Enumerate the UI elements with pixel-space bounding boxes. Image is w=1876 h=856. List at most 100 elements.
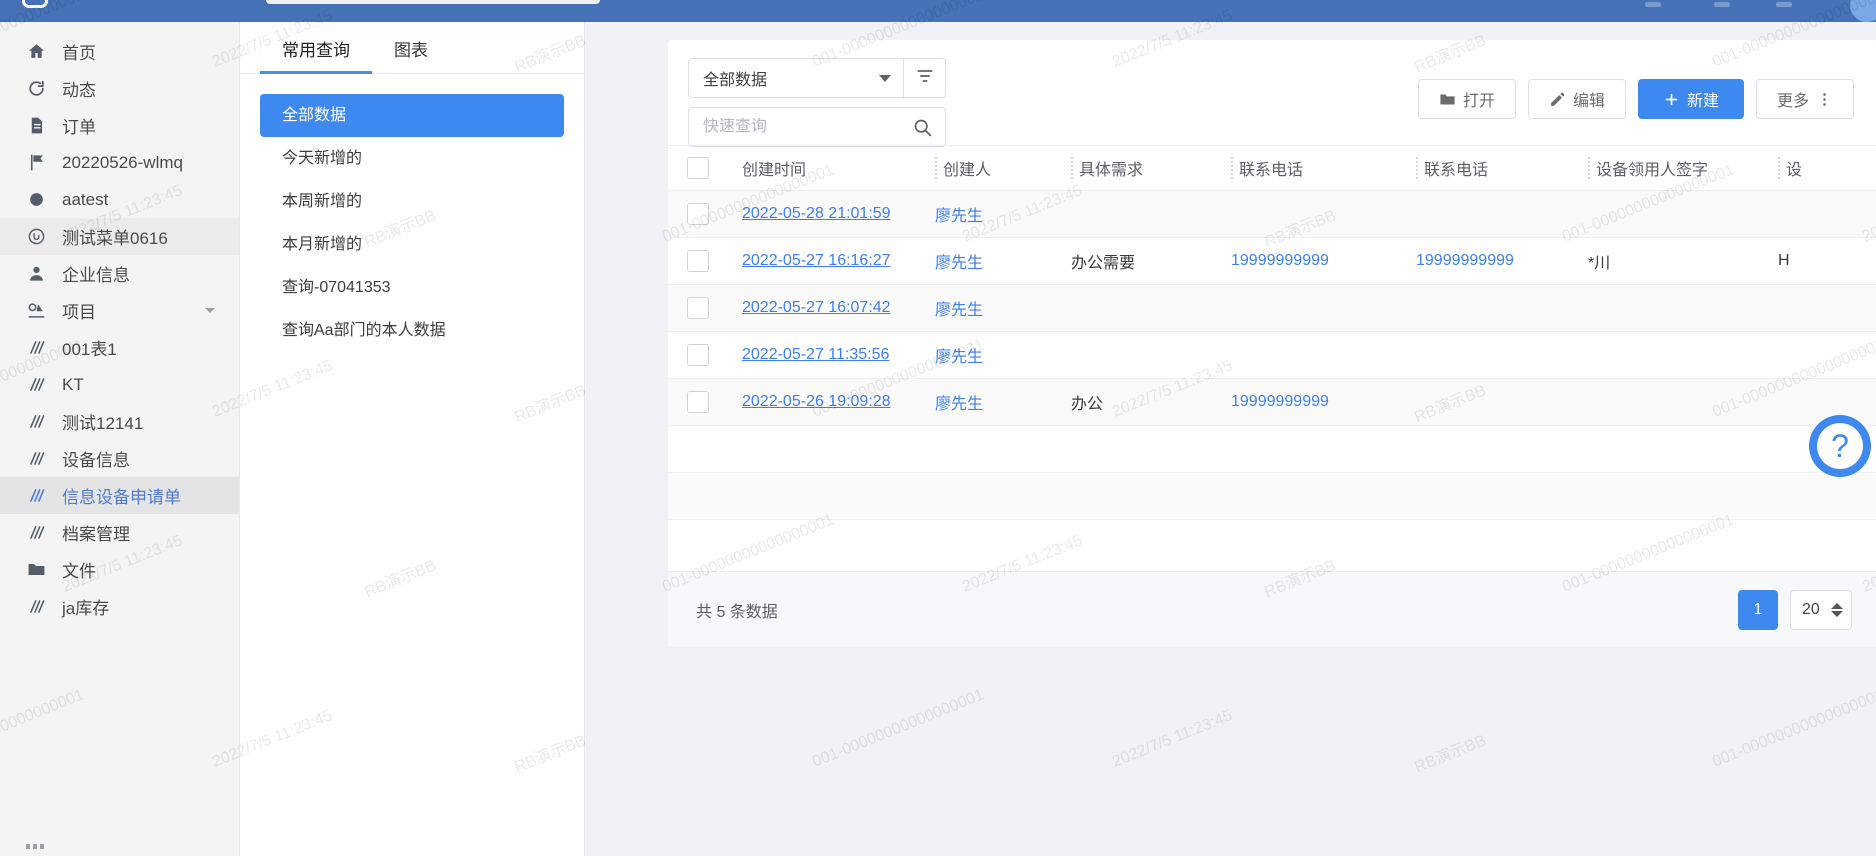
header-nav-item-2[interactable] (1714, 2, 1730, 7)
sidebar-item-activity[interactable]: 动态 (0, 70, 239, 107)
sidebar-item-test12141[interactable]: 测试12141 (0, 403, 239, 440)
table-row[interactable]: 2022-05-27 16:16:27 廖先生 办公需要 19999999999… (668, 238, 1876, 285)
sidebar-item-project[interactable]: 项目 (0, 292, 239, 329)
more-dots-icon[interactable] (26, 844, 44, 849)
home-icon (26, 42, 46, 62)
chevron-down-icon[interactable] (205, 308, 215, 313)
column-header-label: 创建人 (943, 162, 992, 179)
column-header-creator[interactable]: 创建人 (921, 156, 1057, 180)
row-checkbox[interactable] (687, 203, 709, 225)
column-divider[interactable] (1071, 157, 1073, 179)
table-empty-row (668, 426, 1876, 473)
column-header-receiver-signature[interactable]: 设备领用人签字 (1574, 156, 1764, 180)
sidebar-item-label: 信息设备申请单 (62, 488, 181, 507)
column-divider[interactable] (935, 157, 937, 179)
search-input[interactable] (703, 118, 912, 136)
column-header-label: 联系电话 (1424, 162, 1489, 179)
column-header-phone-1[interactable]: 联系电话 (1217, 156, 1402, 180)
sidebar-item-device-application-form[interactable]: 信息设备申请单 (0, 477, 239, 514)
column-header-label: 联系电话 (1239, 162, 1304, 179)
toolbar-actions: 打开 编辑 新建 更多 (1418, 79, 1854, 119)
stepper-icon[interactable] (1831, 602, 1843, 617)
column-divider[interactable] (1778, 157, 1780, 179)
cell-create-time: 2022-05-27 16:16:27 (728, 252, 921, 270)
open-button[interactable]: 打开 (1418, 79, 1516, 119)
table-row[interactable]: 2022-05-28 21:01:59 廖先生 (668, 191, 1876, 238)
sidebar-item-archive-management[interactable]: 档案管理 (0, 514, 239, 551)
data-table: 创建时间 创建人 具体需求 联系电话 联系电话 设备领用人签字 设 2022-0… (668, 145, 1876, 520)
sidebar-item-aatest[interactable]: aatest (0, 181, 239, 218)
app-logo-icon[interactable] (22, 0, 48, 8)
sidebar-item-20220526-wlmq[interactable]: 20220526-wlmq (0, 144, 239, 181)
sidebar-item-company-info[interactable]: 企业信息 (0, 255, 239, 292)
query-item-all-data[interactable]: 全部数据 (260, 94, 564, 137)
dataset-select[interactable]: 全部数据 (688, 58, 903, 98)
record-link[interactable]: 2022-05-28 21:01:59 (742, 205, 891, 222)
query-panel: 常用查询 图表 全部数据 今天新增的 本周新增的 本月新增的 查询-070413… (240, 22, 585, 856)
column-header-requirement[interactable]: 具体需求 (1057, 156, 1217, 180)
cell-requirement: 办公 (1071, 396, 1104, 413)
row-checkbox[interactable] (687, 344, 709, 366)
table-icon (26, 375, 46, 395)
row-checkbox[interactable] (687, 297, 709, 319)
edit-button[interactable]: 编辑 (1528, 79, 1626, 119)
query-item-added-this-week[interactable]: 本周新增的 (260, 180, 564, 223)
more-button-label: 更多 (1776, 93, 1809, 110)
sidebar-item-home[interactable]: 首页 (0, 33, 239, 70)
dataset-select-value: 全部数据 (703, 72, 768, 89)
query-item-query-07041353[interactable]: 查询-07041353 (260, 266, 564, 309)
sidebar-item-001biao1[interactable]: 001表1 (0, 329, 239, 366)
tab-charts[interactable]: 图表 (372, 36, 450, 73)
search-icon[interactable] (912, 117, 933, 138)
quick-search-box[interactable] (688, 107, 946, 147)
sidebar-item-files[interactable]: 文件 (0, 551, 239, 588)
query-item-added-this-month[interactable]: 本月新增的 (260, 223, 564, 266)
sidebar-item-test-menu-0616[interactable]: 测试菜单0616 (0, 218, 239, 255)
query-item-added-today[interactable]: 今天新增的 (260, 137, 564, 180)
sidebar-item-ja-inventory[interactable]: ja库存 (0, 588, 239, 625)
column-divider[interactable] (1231, 157, 1233, 179)
row-checkbox[interactable] (687, 391, 709, 413)
sidebar-item-kt[interactable]: KT (0, 366, 239, 403)
help-button[interactable]: ? (1809, 415, 1871, 477)
table-row[interactable]: 2022-05-27 16:07:42 廖先生 (668, 285, 1876, 332)
open-button-label: 打开 (1462, 93, 1495, 110)
record-link[interactable]: 2022-05-27 11:35:56 (742, 346, 889, 363)
page-button-1[interactable]: 1 (1738, 589, 1778, 630)
edit-button-label: 编辑 (1572, 93, 1605, 110)
circle-icon (26, 190, 46, 210)
column-divider[interactable] (1416, 157, 1418, 179)
header-nav-item-3[interactable] (1776, 2, 1792, 7)
record-link[interactable]: 2022-05-27 16:07:42 (742, 299, 891, 316)
sidebar-item-label: 企业信息 (62, 266, 130, 285)
page-size-select[interactable]: 20 (1790, 589, 1852, 630)
user-avatar-icon[interactable] (1850, 0, 1876, 22)
column-header-phone-2[interactable]: 联系电话 (1402, 156, 1574, 180)
sidebar-item-label: 动态 (62, 81, 96, 100)
record-link[interactable]: 2022-05-27 16:16:27 (742, 252, 891, 269)
sidebar-item-label: 设备信息 (62, 451, 130, 470)
column-header-create-time[interactable]: 创建时间 (728, 156, 921, 180)
record-link[interactable]: 2022-05-26 19:09:28 (742, 393, 891, 410)
tab-common-queries[interactable]: 常用查询 (260, 36, 372, 74)
column-header-device-truncated[interactable]: 设 (1764, 156, 1876, 180)
sidebar-item-device-info[interactable]: 设备信息 (0, 440, 239, 477)
sidebar-item-orders[interactable]: 订单 (0, 107, 239, 144)
folder-icon (26, 560, 46, 580)
more-button[interactable]: 更多 (1756, 79, 1854, 119)
table-row[interactable]: 2022-05-27 11:35:56 廖先生 (668, 332, 1876, 379)
query-item-query-aa-dept-own-data[interactable]: 查询Aa部门的本人数据 (260, 309, 564, 352)
filter-button[interactable] (903, 58, 946, 98)
column-header-label: 创建时间 (742, 162, 807, 179)
select-all-checkbox[interactable] (687, 157, 709, 179)
row-checkbox[interactable] (687, 250, 709, 272)
sidebar-item-label: 首页 (62, 44, 96, 63)
header-nav-item-1[interactable] (1645, 2, 1661, 7)
column-divider[interactable] (1588, 157, 1590, 179)
new-button-label: 新建 (1686, 93, 1719, 110)
flag-icon (26, 153, 46, 173)
table-row[interactable]: 2022-05-26 19:09:28 廖先生 办公 19999999999 (668, 379, 1876, 426)
new-button[interactable]: 新建 (1638, 79, 1744, 119)
global-search-input[interactable] (266, 0, 600, 4)
cell-phone-1: 19999999999 (1231, 393, 1329, 410)
